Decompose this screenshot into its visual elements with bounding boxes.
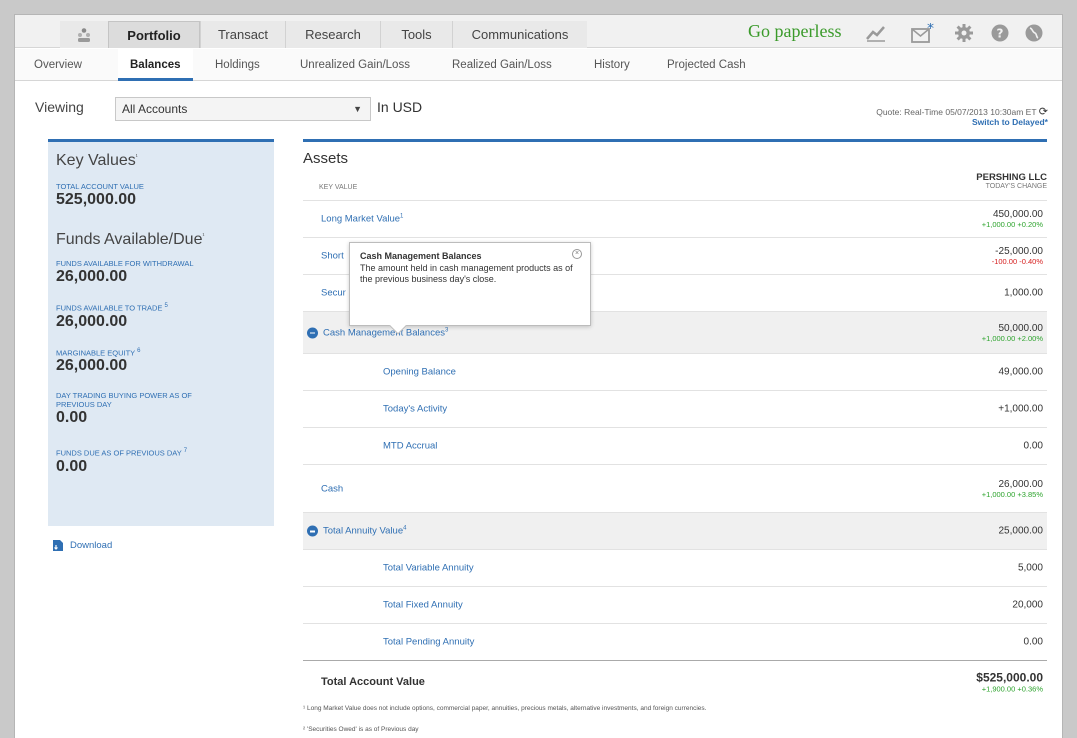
tab-portfolio[interactable]: Portfolio (108, 21, 200, 48)
assets-title: Assets (303, 150, 349, 167)
svg-text:*: * (927, 23, 934, 37)
download-icon (53, 540, 63, 551)
marginable-equity-label: MARGINABLE EQUITY 6 (56, 347, 141, 358)
key-value-column-header: KEY VALUE (319, 184, 358, 191)
total-account-value: 525,000.00 (56, 191, 137, 208)
people-icon (78, 27, 90, 42)
download-link[interactable]: Download (52, 539, 112, 552)
day-trading-value: 0.00 (56, 409, 88, 426)
subtab-holdings[interactable]: Holdings (215, 49, 260, 81)
help-icon[interactable]: ? (989, 23, 1011, 43)
tab-tools[interactable]: Tools (380, 21, 452, 48)
todays-activity-link[interactable]: Today's Activity (383, 404, 447, 415)
marginable-equity-value: 26,000.00 (56, 357, 128, 374)
funds-trade-label: FUNDS AVAILABLE TO TRADE 5 (56, 303, 168, 313)
pending-annuity-link[interactable]: Total Pending Annuity (383, 637, 474, 648)
short-link[interactable]: Short (321, 251, 344, 262)
cash-management-tooltip: Cash Management Balances The amount held… (349, 242, 591, 335)
switch-to-delayed-link[interactable]: Switch to Delayed* (972, 117, 1048, 127)
account-select-value: All Accounts (122, 102, 188, 116)
funds-withdrawal-value: 26,000.00 (56, 268, 128, 285)
long-market-value-link[interactable]: Long Market Value1 (321, 213, 403, 224)
go-paperless-link[interactable]: Go paperless (748, 21, 841, 42)
footnote-2: ² 'Securities Owed' is as of Previous da… (303, 726, 419, 733)
row-mtd-accrual: MTD Accrual 0.00 (303, 427, 1047, 464)
account-select[interactable]: All Accounts ▼ (115, 97, 371, 121)
globe-icon[interactable] (1023, 23, 1045, 43)
opening-balance-link[interactable]: Opening Balance (383, 367, 456, 378)
sub-nav: Overview Balances Holdings Unrealized Ga… (15, 49, 1062, 81)
chart-trend-icon[interactable] (865, 23, 887, 43)
cash-link[interactable]: Cash (321, 483, 343, 494)
tab-transact[interactable]: Transact (200, 21, 285, 48)
row-variable-annuity: Total Variable Annuity 5,000 (303, 549, 1047, 586)
variable-annuity-link[interactable]: Total Variable Annuity (383, 563, 474, 574)
mtd-accrual-link[interactable]: MTD Accrual (383, 441, 437, 452)
row-pending-annuity: Total Pending Annuity 0.00 (303, 623, 1047, 660)
collapse-icon[interactable] (307, 525, 318, 537)
funds-withdrawal-label: FUNDS AVAILABLE FOR WITHDRAWAL (56, 259, 194, 268)
row-total-account-value: Total Account Value $525,000.00 +1,900.00… (303, 660, 1047, 702)
subtab-balances[interactable]: Balances (118, 49, 193, 81)
funds-due-value: 0.00 (56, 457, 88, 475)
close-icon[interactable]: × (572, 249, 582, 259)
funds-trade-value: 26,000.00 (56, 312, 128, 330)
mail-alert-icon[interactable]: * (911, 21, 934, 43)
funds-available-heading: Funds Available/Due¹ (56, 231, 205, 248)
cash-management-link[interactable]: Cash Management Balances3 (323, 327, 448, 338)
gear-icon[interactable] (953, 23, 975, 43)
assets-panel: Assets KEY VALUE PERSHING LLC TODAY'S CH… (303, 139, 1047, 693)
subtab-overview[interactable]: Overview (34, 49, 82, 81)
tab-communications[interactable]: Communications (452, 21, 587, 48)
funds-due-label: FUNDS DUE AS OF PREVIOUS DAY 7 (56, 448, 188, 458)
tooltip-body: The amount held in cash management produ… (360, 263, 573, 284)
row-total-annuity: Total Annuity Value4 25,000.00 (303, 512, 1047, 549)
svg-text:?: ? (997, 27, 1004, 41)
top-nav: Portfolio Transact Research Tools Commun… (15, 15, 1062, 48)
row-long-market-value: Long Market Value1 450,000.00 +1,000.00 +… (303, 200, 1047, 237)
key-values-heading: Key Values¹ (56, 152, 138, 169)
collapse-icon[interactable] (307, 327, 318, 338)
total-account-value-label: TOTAL ACCOUNT VALUE (56, 182, 144, 191)
day-trading-label: DAY TRADING BUYING POWER AS OF PREVIOUS … (56, 391, 192, 409)
total-account-value-label: Total Account Value (321, 675, 425, 688)
app-frame: Portfolio Transact Research Tools Commun… (14, 14, 1063, 738)
row-todays-activity: Today's Activity +1,000.00 (303, 390, 1047, 427)
currency-label: In USD (377, 99, 423, 115)
fixed-annuity-link[interactable]: Total Fixed Annuity (383, 600, 463, 611)
tooltip-title: Cash Management Balances (360, 251, 482, 261)
row-cash: Cash 26,000.00 +1,000.00 +3.85% (303, 464, 1047, 512)
subtab-unrealized[interactable]: Unrealized Gain/Loss (300, 49, 410, 81)
subtab-realized[interactable]: Realized Gain/Loss (452, 49, 552, 81)
subtab-projected-cash[interactable]: Projected Cash (667, 49, 746, 81)
home-tab[interactable] (60, 21, 108, 48)
tab-research[interactable]: Research (285, 21, 380, 48)
viewing-label: Viewing (35, 99, 84, 115)
securities-link[interactable]: Secur (321, 288, 346, 299)
footnote-1: ¹ Long Market Value does not include opt… (303, 705, 707, 712)
total-annuity-link[interactable]: Total Annuity Value4 (323, 525, 406, 536)
chevron-down-icon: ▼ (353, 104, 362, 114)
key-values-panel: Key Values¹ TOTAL ACCOUNT VALUE 525,000.… (48, 139, 274, 526)
row-opening-balance: Opening Balance 49,000.00 (303, 353, 1047, 390)
account-column-header: PERSHING LLC TODAY'S CHANGE (976, 172, 1047, 190)
subtab-history[interactable]: History (594, 49, 630, 81)
row-fixed-annuity: Total Fixed Annuity 20,000 (303, 586, 1047, 623)
